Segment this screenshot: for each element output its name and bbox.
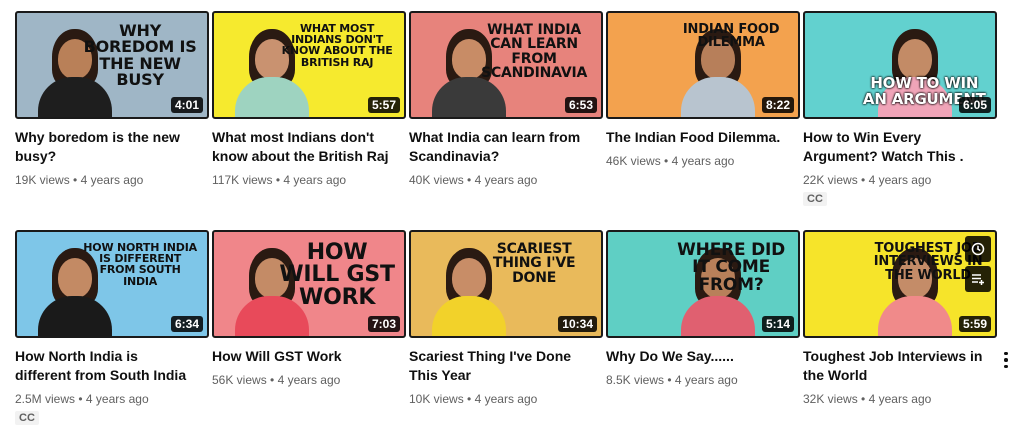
meta-separator: •: [667, 373, 672, 387]
duration-badge: 5:57: [367, 97, 400, 113]
video-thumbnail[interactable]: WHAT MOST INDIANS DON'T KNOW ABOUT THE B…: [212, 11, 406, 119]
duration-badge: 7:03: [367, 316, 400, 332]
clock-icon[interactable]: [965, 236, 991, 262]
video-title[interactable]: Toughest Job Interviews in the World: [803, 347, 983, 385]
video-title[interactable]: How North India is different from South …: [15, 347, 195, 385]
view-count: 19K views: [15, 173, 70, 187]
meta-separator: •: [861, 173, 866, 187]
video-card[interactable]: SCARIEST THING I'VE DONE 10:34 Scariest …: [409, 230, 603, 407]
video-thumbnail[interactable]: HOW NORTH INDIA IS DIFFERENT FROM SOUTH …: [15, 230, 209, 338]
thumbnail-text: SCARIEST THING I'VE DONE: [492, 241, 576, 286]
video-thumbnail[interactable]: WHY BOREDOM IS THE NEW BUSY 4:01: [15, 11, 209, 119]
video-thumbnail[interactable]: WHERE DID IT COME FROM? 5:14: [606, 230, 800, 338]
upload-age: 4 years ago: [85, 392, 149, 406]
meta-separator: •: [270, 373, 275, 387]
view-count: 8.5K views: [606, 373, 665, 387]
duration-badge: 4:01: [170, 97, 203, 113]
meta-separator: •: [78, 392, 83, 406]
upload-age: 4 years ago: [474, 173, 538, 187]
video-card[interactable]: INDIAN FOOD DILEMMA 8:22 The Indian Food…: [606, 11, 800, 169]
video-thumbnail[interactable]: HOW TO WIN AN ARGUMENT 6:05: [803, 11, 997, 119]
upload-age: 4 years ago: [283, 173, 347, 187]
video-meta: 117K views • 4 years ago: [212, 172, 406, 188]
thumbnail-text: HOW WILL GST WORK: [279, 240, 395, 310]
duration-badge: 6:05: [958, 97, 991, 113]
thumbnail-text: WHERE DID IT COME FROM?: [677, 240, 786, 295]
video-meta: 10K views • 4 years ago: [409, 391, 603, 407]
view-count: 117K views: [212, 173, 273, 187]
video-card[interactable]: HOW NORTH INDIA IS DIFFERENT FROM SOUTH …: [15, 230, 209, 426]
upload-age: 4 years ago: [474, 392, 538, 406]
duration-badge: 8:22: [761, 97, 794, 113]
duration-badge: 10:34: [558, 316, 597, 332]
more-vert-icon[interactable]: [999, 350, 1013, 370]
view-count: 10K views: [409, 392, 464, 406]
video-title[interactable]: Why boredom is the new busy?: [15, 128, 195, 166]
duration-badge: 6:53: [564, 97, 597, 113]
video-card[interactable]: HOW TO WIN AN ARGUMENT 6:05 How to Win E…: [803, 11, 997, 207]
video-card[interactable]: WHAT INDIA CAN LEARN FROM SCANDINAVIA 6:…: [409, 11, 603, 188]
hover-actions: [965, 236, 991, 292]
thumbnail-text: WHAT INDIA CAN LEARN FROM SCANDINAVIA: [481, 22, 588, 81]
queue-icon[interactable]: [965, 266, 991, 292]
upload-age: 4 years ago: [868, 392, 932, 406]
meta-separator: •: [861, 392, 866, 406]
thumbnail-text: WHAT MOST INDIANS DON'T KNOW ABOUT THE B…: [281, 22, 393, 69]
meta-separator: •: [73, 173, 78, 187]
video-meta: 46K views • 4 years ago: [606, 153, 800, 169]
video-card[interactable]: TOUGHEST JOB INTERVIEWS IN THE WORLD 5:5…: [803, 230, 1008, 407]
view-count: 56K views: [212, 373, 267, 387]
cc-badge: CC: [15, 411, 39, 425]
video-title[interactable]: What India can learn from Scandinavia?: [409, 128, 589, 166]
video-thumbnail[interactable]: HOW WILL GST WORK 7:03: [212, 230, 406, 338]
cc-badge: CC: [803, 192, 827, 206]
video-thumbnail[interactable]: SCARIEST THING I'VE DONE 10:34: [409, 230, 603, 338]
meta-separator: •: [467, 392, 472, 406]
duration-badge: 5:14: [761, 316, 794, 332]
video-meta: 22K views • 4 years ago: [803, 172, 997, 188]
video-title[interactable]: Why Do We Say......: [606, 347, 786, 366]
duration-badge: 6:34: [170, 316, 203, 332]
video-thumbnail[interactable]: INDIAN FOOD DILEMMA 8:22: [606, 11, 800, 119]
upload-age: 4 years ago: [868, 173, 932, 187]
view-count: 2.5M views: [15, 392, 76, 406]
video-title[interactable]: How to Win Every Argument? Watch This .: [803, 128, 983, 166]
meta-separator: •: [664, 154, 669, 168]
thumbnail-text: WHY BOREDOM IS THE NEW BUSY: [83, 21, 197, 89]
video-thumbnail[interactable]: WHAT INDIA CAN LEARN FROM SCANDINAVIA 6:…: [409, 11, 603, 119]
video-meta: 56K views • 4 years ago: [212, 372, 406, 388]
meta-separator: •: [467, 173, 472, 187]
video-card[interactable]: HOW WILL GST WORK 7:03 How Will GST Work…: [212, 230, 406, 388]
video-title[interactable]: Scariest Thing I've Done This Year: [409, 347, 589, 385]
upload-age: 4 years ago: [277, 373, 341, 387]
thumbnail-text: INDIAN FOOD DILEMMA: [682, 22, 780, 51]
video-card[interactable]: WHAT MOST INDIANS DON'T KNOW ABOUT THE B…: [212, 11, 406, 188]
view-count: 40K views: [409, 173, 464, 187]
meta-separator: •: [275, 173, 281, 187]
duration-badge: 5:59: [958, 316, 991, 332]
view-count: 32K views: [803, 392, 858, 406]
view-count: 46K views: [606, 154, 661, 168]
thumbnail-text: HOW NORTH INDIA IS DIFFERENT FROM SOUTH …: [83, 241, 197, 288]
video-title[interactable]: What most Indians don't know about the B…: [212, 128, 392, 166]
video-meta: 32K views • 4 years ago: [803, 391, 997, 407]
video-meta: 8.5K views • 4 years ago: [606, 372, 800, 388]
video-meta: 19K views • 4 years ago: [15, 172, 209, 188]
video-card[interactable]: WHY BOREDOM IS THE NEW BUSY 4:01 Why bor…: [15, 11, 209, 188]
video-thumbnail[interactable]: TOUGHEST JOB INTERVIEWS IN THE WORLD 5:5…: [803, 230, 997, 338]
upload-age: 4 years ago: [80, 173, 144, 187]
video-title[interactable]: How Will GST Work: [212, 347, 392, 366]
video-meta: 2.5M views • 4 years ago: [15, 391, 209, 407]
view-count: 22K views: [803, 173, 858, 187]
upload-age: 4 years ago: [671, 154, 735, 168]
video-meta: 40K views • 4 years ago: [409, 172, 603, 188]
video-title[interactable]: The Indian Food Dilemma.: [606, 128, 786, 147]
video-card[interactable]: WHERE DID IT COME FROM? 5:14 Why Do We S…: [606, 230, 800, 388]
upload-age: 4 years ago: [674, 373, 738, 387]
